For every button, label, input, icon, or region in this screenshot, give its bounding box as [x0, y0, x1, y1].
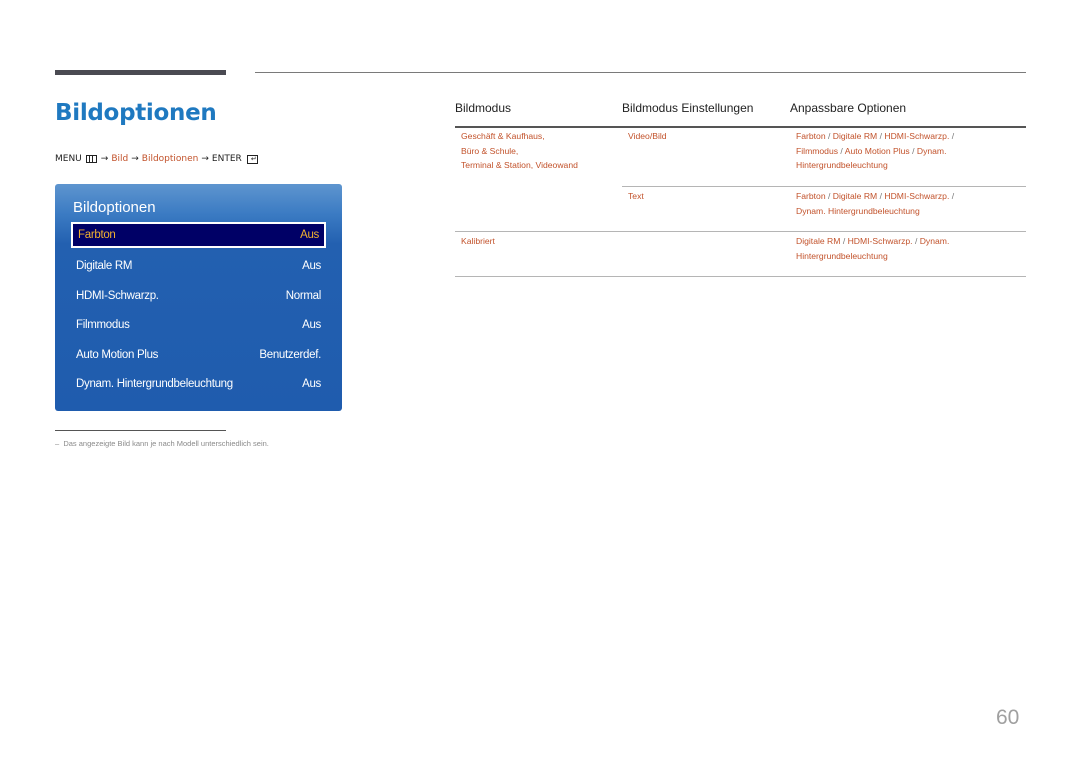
mode-line: Geschäft & Kaufhaus,	[461, 131, 545, 141]
column-header-bildmodus: Bildmodus	[455, 101, 512, 115]
option-auto-motion-plus: Auto Motion Plus	[844, 145, 910, 156]
option-hdmi-schwarzp: HDMI-Schwarzp.	[884, 191, 950, 201]
row-rule	[455, 276, 1026, 277]
header-rule	[455, 126, 1026, 128]
footnote: – Das angezeigte Bild kann je nach Model…	[55, 439, 269, 448]
separator: /	[951, 131, 955, 141]
osd-menu-item-value: Normal	[285, 290, 322, 302]
header-rule-thin	[255, 72, 1026, 73]
option-hdmi-schwarzp: HDMI-Schwarzp.	[847, 236, 913, 246]
osd-menu-panel: Bildoptionen Farbton Aus Digitale RM Aus…	[55, 184, 342, 411]
separator: /	[879, 191, 882, 201]
osd-menu-item-label: Farbton	[78, 229, 116, 241]
osd-menu-item-dynam-hintergrundbeleuchtung[interactable]: Dynam. Hintergrundbeleuchtung Aus	[71, 371, 326, 397]
options-line: Dynam. Hintergrundbeleuchtung	[796, 204, 954, 219]
footnote-text: Das angezeigte Bild kann je nach Modell …	[63, 439, 269, 448]
osd-menu-item-value: Benutzerdef.	[259, 349, 321, 361]
breadcrumb-arrow: →	[100, 154, 109, 164]
osd-menu-item-label: Digitale RM	[76, 260, 133, 272]
option-filmmodus: Filmmodus	[796, 145, 839, 156]
option-digitale-rm: Digitale RM	[796, 236, 841, 246]
separator: /	[912, 145, 915, 156]
separator: /	[951, 191, 955, 201]
column-header-einstellungen: Bildmodus Einstellungen	[622, 101, 754, 115]
option-hintergrundbeleuchtung: Hintergrundbeleuchtung	[796, 160, 888, 171]
options-line: Farbton / Digitale RM / HDMI-Schwarzp. /	[796, 129, 954, 144]
breadcrumb-item-bild: Bild	[111, 154, 129, 164]
breadcrumb-menu-label: MENU	[55, 154, 82, 164]
separator: /	[828, 191, 831, 201]
osd-menu-item-label: HDMI-Schwarzp.	[76, 290, 159, 302]
page-title: Bildoptionen	[55, 100, 217, 126]
header-rule-thick	[55, 70, 226, 75]
breadcrumb-arrow: →	[131, 154, 139, 164]
breadcrumb-item-bildoptionen: Bildoptionen	[141, 154, 199, 164]
separator: /	[842, 236, 846, 246]
breadcrumb-arrow: →	[201, 154, 209, 164]
table-cell-options: Farbton / Digitale RM / HDMI-Schwarzp. /…	[796, 189, 954, 218]
osd-menu-item-auto-motion-plus[interactable]: Auto Motion Plus Benutzerdef.	[71, 342, 326, 368]
option-hintergrundbeleuchtung: Hintergrundbeleuchtung	[796, 250, 888, 261]
options-line: Digitale RM / HDMI-Schwarzp. / Dynam.	[796, 234, 949, 249]
separator: /	[914, 236, 918, 246]
option-hdmi-schwarzp: HDMI-Schwarzp.	[884, 131, 950, 141]
separator: /	[879, 131, 882, 141]
osd-menu-item-farbton[interactable]: Farbton Aus	[71, 222, 326, 248]
options-line: Filmmodus / Auto Motion Plus / Dynam.	[796, 144, 954, 159]
osd-menu-item-value: Aus	[302, 319, 321, 331]
menu-grid-icon	[85, 155, 97, 163]
separator: /	[840, 145, 843, 156]
footnote-rule	[55, 430, 226, 431]
osd-menu-item-value: Aus	[300, 229, 319, 241]
option-farbton: Farbton	[796, 191, 826, 201]
option-dynam: Dynam.	[916, 145, 947, 156]
options-line: Farbton / Digitale RM / HDMI-Schwarzp. /	[796, 189, 954, 204]
options-line: Hintergrundbeleuchtung	[796, 249, 949, 264]
mode-line: Terminal & Station, Videowand	[461, 160, 578, 171]
breadcrumb-enter-label: ENTER	[211, 154, 242, 164]
row-rule	[455, 231, 1026, 232]
osd-menu-item-filmmodus[interactable]: Filmmodus Aus	[71, 312, 326, 338]
options-line: Hintergrundbeleuchtung	[796, 158, 954, 173]
breadcrumb: MENU → Bild → Bildoptionen → ENTER ↵	[55, 154, 258, 164]
mode-line: Kalibriert	[461, 236, 495, 246]
osd-menu-item-value: Aus	[302, 260, 321, 272]
osd-menu-item-label: Auto Motion Plus	[76, 349, 159, 361]
option-digitale-rm: Digitale RM	[832, 191, 878, 201]
row-rule	[622, 186, 1026, 187]
option-dynam: Dynam.	[919, 236, 950, 246]
osd-menu-item-digitale-rm[interactable]: Digitale RM Aus	[71, 253, 326, 279]
osd-menu-item-label: Dynam. Hintergrundbeleuchtung	[76, 378, 233, 390]
osd-menu-title: Bildoptionen	[73, 199, 156, 216]
table-cell-setting: Text	[628, 191, 644, 201]
option-farbton: Farbton	[796, 131, 826, 141]
footnote-dash: –	[55, 439, 60, 448]
enter-return-icon: ↵	[246, 154, 258, 164]
osd-menu-item-hdmi-schwarzp[interactable]: HDMI-Schwarzp. Normal	[71, 283, 326, 309]
osd-menu-item-value: Aus	[302, 378, 321, 390]
table-cell-options: Digitale RM / HDMI-Schwarzp. / Dynam. Hi…	[796, 234, 949, 263]
page-number: 60	[996, 706, 1020, 729]
option-digitale-rm: Digitale RM	[832, 131, 878, 141]
osd-menu-item-label: Filmmodus	[76, 319, 130, 331]
table-cell-setting: Video/Bild	[628, 131, 667, 141]
table-cell-mode: Geschäft & Kaufhaus, Büro & Schule, Term…	[461, 129, 578, 173]
separator: /	[828, 131, 831, 141]
table-cell-options: Farbton / Digitale RM / HDMI-Schwarzp. /…	[796, 129, 954, 173]
mode-line: Büro & Schule,	[461, 145, 519, 156]
option-dynam-hintergrundbeleuchtung: Dynam. Hintergrundbeleuchtung	[796, 205, 920, 216]
table-cell-mode: Kalibriert	[461, 234, 495, 249]
column-header-optionen: Anpassbare Optionen	[790, 101, 907, 115]
